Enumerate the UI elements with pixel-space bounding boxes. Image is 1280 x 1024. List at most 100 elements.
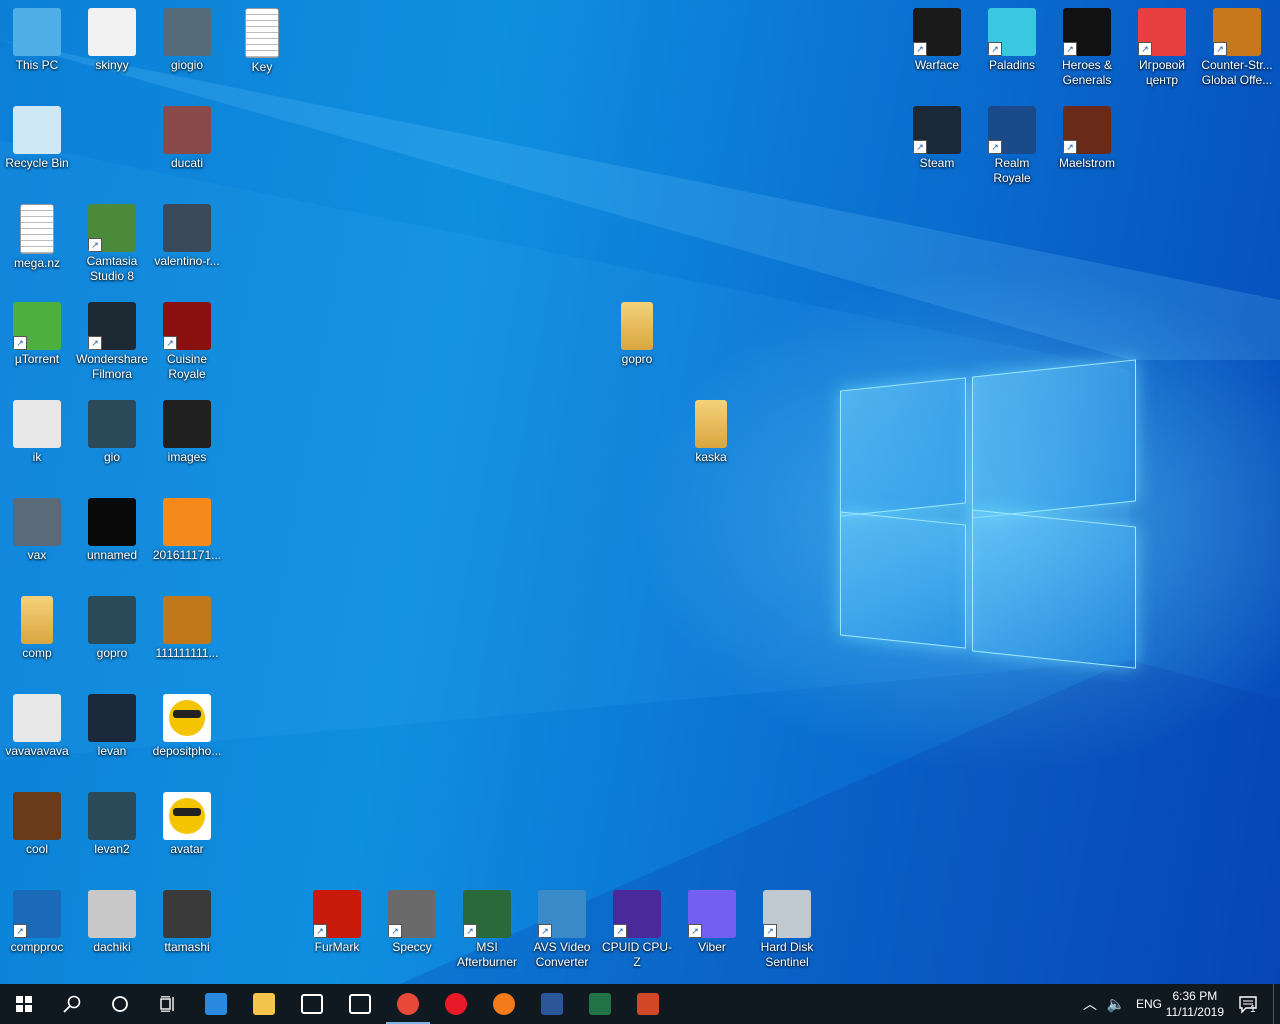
desktop-icon-label: images [167, 450, 207, 464]
action-center-button[interactable]: 1 [1232, 984, 1264, 1024]
opera-icon [445, 993, 467, 1015]
shortcut-arrow-icon: ↗ [1138, 42, 1152, 56]
desktop-icon-label: Heroes & Generals [1061, 58, 1113, 87]
windows-start-icon [16, 996, 32, 1012]
desktop-icon-cuisine-royale[interactable]: ↗ Cuisine Royale [150, 302, 224, 382]
desktop-icon-label: gopro [96, 646, 128, 660]
desktop-icon-screenshot-file[interactable]: levan [75, 694, 149, 759]
desktop-icon-intel-processor[interactable]: ↗ compproc [0, 890, 74, 955]
desktop-icon-screenshot-file[interactable]: vavavavava [0, 694, 74, 759]
taskbar-file-explorer-button[interactable] [240, 984, 288, 1024]
desktop-icon-screenshot-file[interactable]: skinyy [75, 8, 149, 73]
desktop-icon-furmark[interactable]: ↗ FurMark [300, 890, 374, 955]
taskbar-chrome-button[interactable] [384, 984, 432, 1024]
desktop-icon-hard-disk-sentinel[interactable]: ↗ Hard Disk Sentinel [750, 890, 824, 970]
desktop-icon-recycle-bin[interactable]: Recycle Bin [0, 106, 74, 171]
desktop-icon-emoji-image[interactable]: depositpho... [150, 694, 224, 759]
shortcut-arrow-icon: ↗ [913, 140, 927, 154]
desktop-icon-folder[interactable]: comp [0, 596, 74, 661]
desktop-icon-photo-file[interactable]: 111111111... [150, 596, 224, 661]
desktop-icon-screenshot-file[interactable]: levan2 [75, 792, 149, 857]
desktop-icon-label: Viber [698, 940, 726, 954]
show-desktop-button[interactable] [1273, 984, 1280, 1024]
search-icon [63, 995, 81, 1013]
desktop-icon-csgo[interactable]: ↗ Counter-Str... Global Offe... [1200, 8, 1274, 88]
desktop-icon-folder[interactable]: gopro [600, 302, 674, 367]
desktop-icon-photo-file[interactable]: images [150, 400, 224, 465]
desktop-icon-photo-file[interactable]: ducati [150, 106, 224, 171]
desktop-icon-label: Speccy [392, 940, 432, 954]
desktop-icon-viber[interactable]: ↗ Viber [675, 890, 749, 955]
desktop-icon-paladins[interactable]: ↗ Paladins [975, 8, 1049, 73]
search-button[interactable] [48, 984, 96, 1024]
photo-file-icon [13, 498, 61, 546]
taskbar-word-button[interactable] [528, 984, 576, 1024]
desktop-icon-street-baron[interactable]: unnamed [75, 498, 149, 563]
recycle-bin-icon [13, 106, 61, 154]
desktop-icon-screenshot-file[interactable]: gio [75, 400, 149, 465]
heroes-generals-icon: ↗ [1063, 8, 1111, 56]
desktop-icon-label: gio [103, 450, 120, 464]
desktop-icon-label: MSI Afterburner [456, 940, 518, 969]
desktop-icon-this-pc[interactable]: This PC [0, 8, 74, 73]
shortcut-arrow-icon: ↗ [688, 924, 702, 938]
desktop-icon-game-center[interactable]: ↗ Игровой центр [1125, 8, 1199, 88]
desktop-icon-label: depositpho... [152, 744, 222, 758]
desktop-icon-screenshot-file[interactable]: gopro [75, 596, 149, 661]
desktop-icon-screenshot-file[interactable]: ik [0, 400, 74, 465]
desktop-icon-folder[interactable]: kaska [674, 400, 748, 465]
desktop-icon-speccy[interactable]: ↗ Speccy [375, 890, 449, 955]
desktop-icon-photo-file[interactable]: dachiki [75, 890, 149, 955]
start-button[interactable] [0, 984, 48, 1024]
cortana-button[interactable] [96, 984, 144, 1024]
desktop-icon-photo-file[interactable]: giogio [150, 8, 224, 73]
folder-icon [21, 596, 53, 644]
desktop-icon-label: Steam [919, 156, 955, 170]
chevron-up-icon[interactable]: ︿ [1078, 994, 1102, 1014]
desktop-icon-steam[interactable]: ↗ Steam [900, 106, 974, 171]
desktop-icon-label: Cuisine Royale [166, 352, 208, 381]
desktop-icon-warface[interactable]: ↗ Warface [900, 8, 974, 73]
taskbar-firefox-button[interactable] [480, 984, 528, 1024]
msi-afterburner-icon: ↗ [463, 890, 511, 938]
shortcut-arrow-icon: ↗ [13, 336, 27, 350]
taskbar-opera-button[interactable] [432, 984, 480, 1024]
desktop-icon-camtasia[interactable]: ↗ Camtasia Studio 8 [75, 204, 149, 284]
desktop-icon-photo-file[interactable]: valentino-r... [150, 204, 224, 269]
clock[interactable]: 6:36 PM 11/11/2019 [1166, 988, 1224, 1020]
desktop-icon-label: valentino-r... [154, 254, 220, 268]
desktop-icon-screenshot-file[interactable]: ttamashi [150, 890, 224, 955]
taskbar-excel-button[interactable] [576, 984, 624, 1024]
desktop-icon-text-document[interactable]: mega.nz [0, 204, 74, 271]
task-view-button[interactable] [144, 984, 192, 1024]
volume-icon[interactable]: 🔈 [1102, 995, 1130, 1013]
desktop-icon-avs-video-converter[interactable]: ↗ AVS Video Converter [525, 890, 599, 970]
desktop-icon-heroes-generals[interactable]: ↗ Heroes & Generals [1050, 8, 1124, 88]
screenshot-file-icon [88, 8, 136, 56]
desktop-icon-filmora[interactable]: ↗ Wondershare Filmora [75, 302, 149, 382]
desktop-icon-maelstrom[interactable]: ↗ Maelstrom [1050, 106, 1124, 171]
desktop-icon-label: Wondershare Filmora [76, 352, 148, 381]
taskbar-store-button[interactable] [288, 984, 336, 1024]
shortcut-arrow-icon: ↗ [463, 924, 477, 938]
desktop-icon-label: 201611171... [152, 548, 222, 562]
desktop-icon-utorrent[interactable]: ↗ µTorrent [0, 302, 74, 367]
word-icon [541, 993, 563, 1015]
desktop-icon-emoji-image[interactable]: avatar [150, 792, 224, 857]
desktop-icon-msi-afterburner[interactable]: ↗ MSI Afterburner [450, 890, 524, 970]
desktop-icon-photo-file[interactable]: 201611171... [150, 498, 224, 563]
mail-icon [349, 994, 371, 1014]
taskbar-mail-button[interactable] [336, 984, 384, 1024]
desktop-icon-realm-royale[interactable]: ↗ Realm Royale [975, 106, 1049, 186]
language-indicator[interactable]: ENG [1130, 997, 1168, 1011]
desktop-icon-photo-file[interactable]: vax [0, 498, 74, 563]
desktop-icon-cpu-z[interactable]: ↗ CPUID CPU-Z [600, 890, 674, 970]
taskbar-edge-button[interactable] [192, 984, 240, 1024]
desktop[interactable]: This PC skinyy giogio Key Recycle Bin ducati m… [0, 0, 1280, 984]
desktop-icon-label: skinyy [95, 58, 129, 72]
desktop-icon-text-document[interactable]: Key [225, 8, 299, 75]
taskbar-powerpoint-button[interactable] [624, 984, 672, 1024]
excel-icon [589, 993, 611, 1015]
desktop-icon-photo-file[interactable]: cool [0, 792, 74, 857]
this-pc-icon [13, 8, 61, 56]
